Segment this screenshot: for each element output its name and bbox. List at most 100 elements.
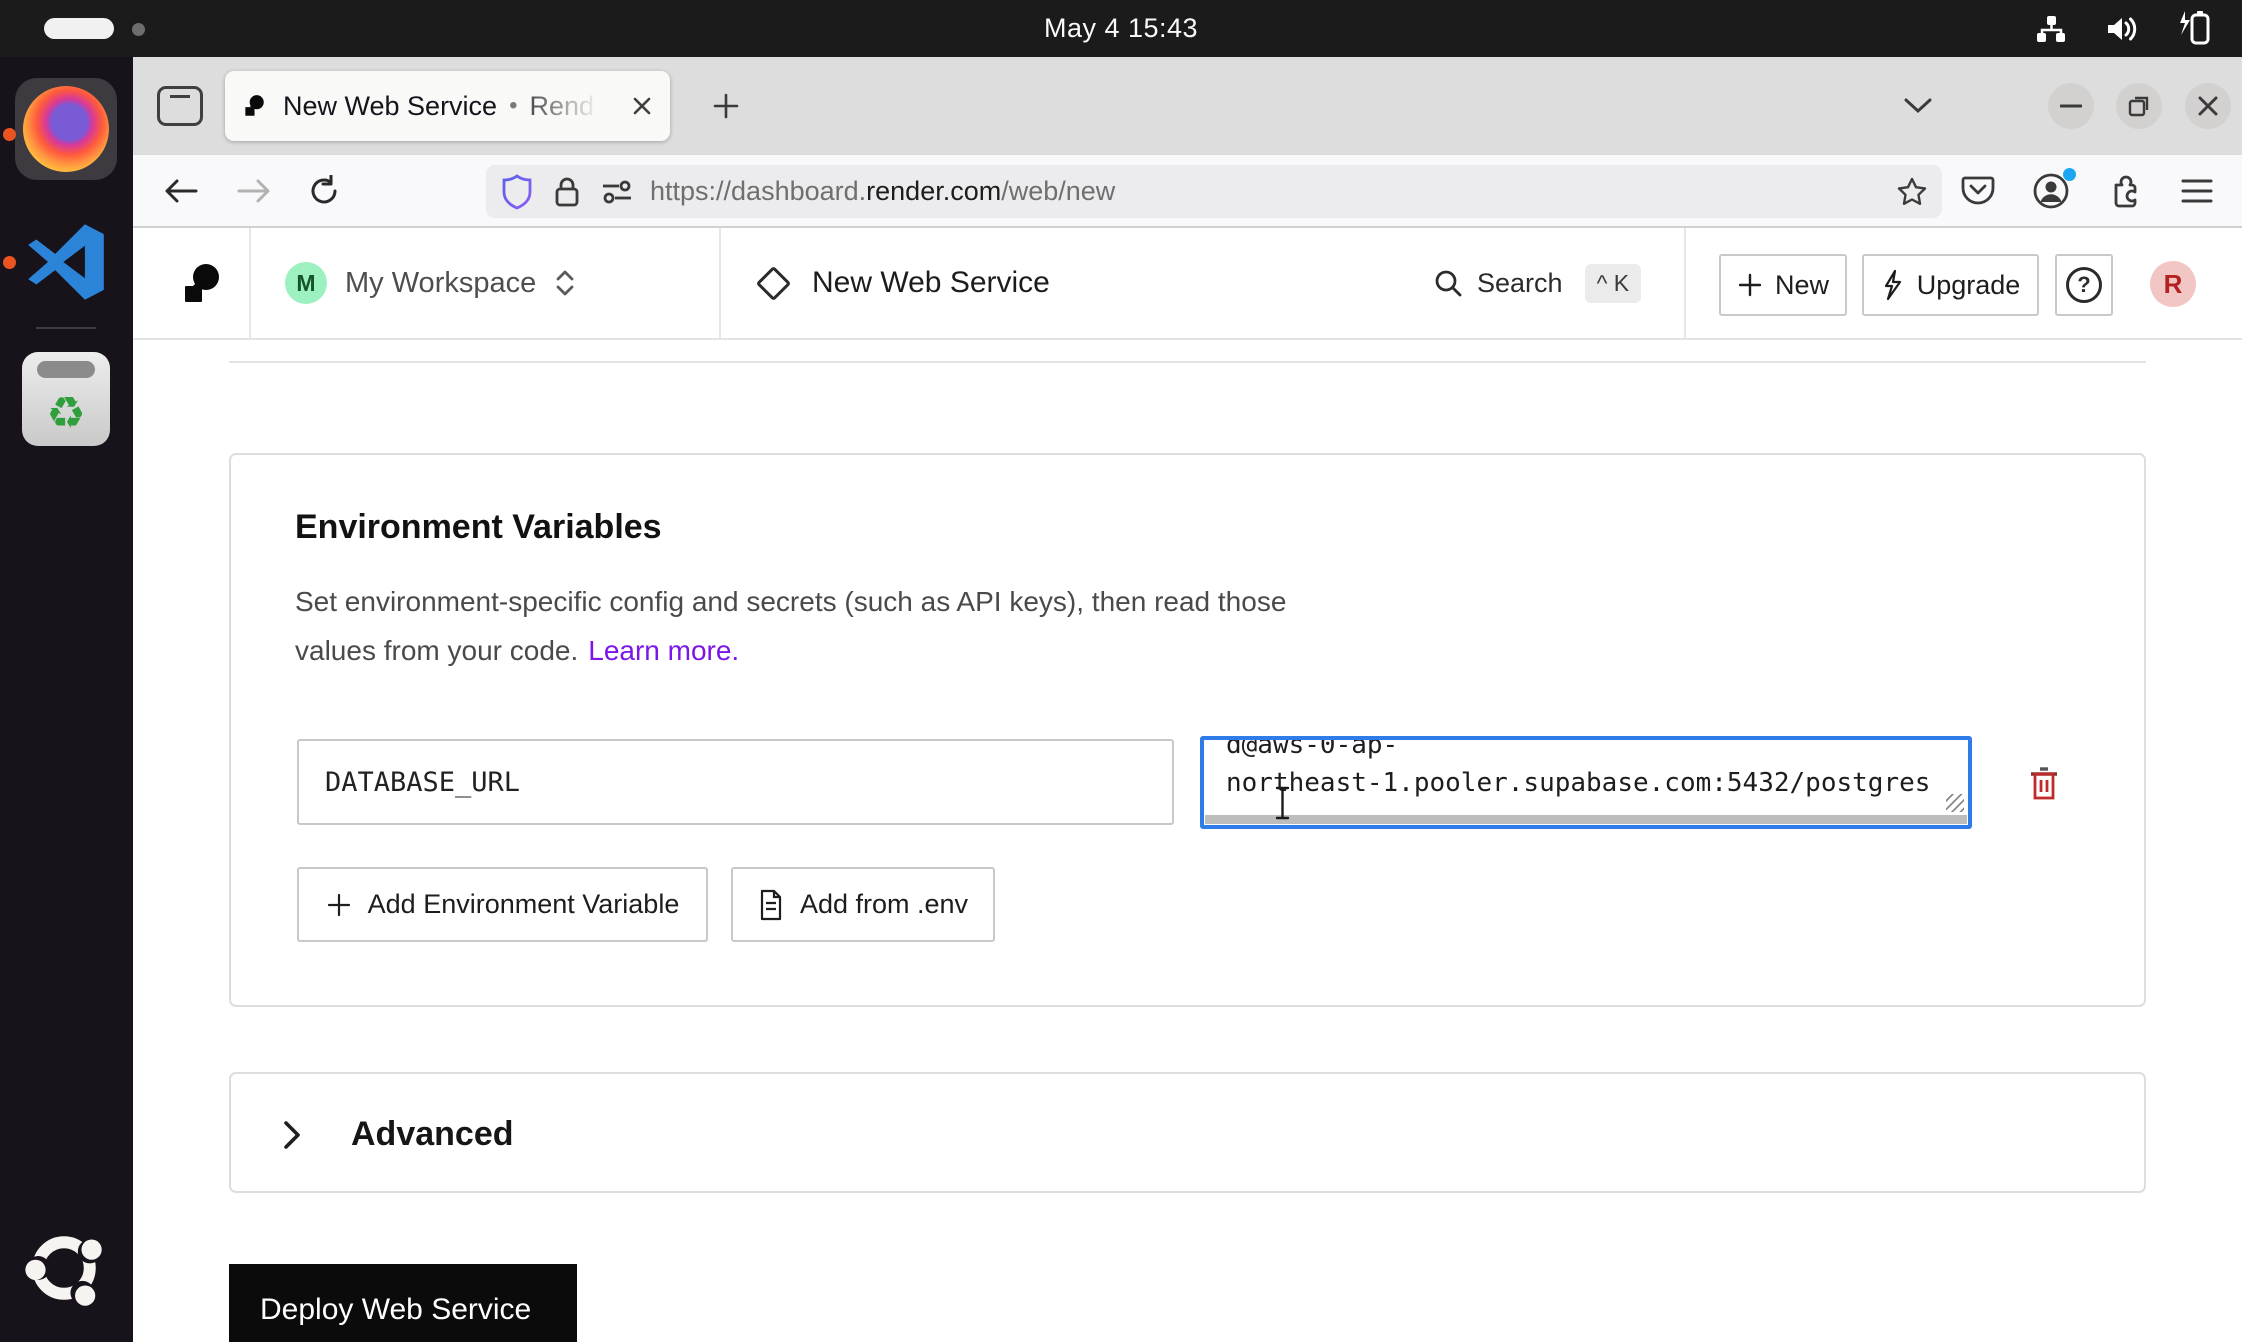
delete-env-var-button[interactable] <box>2027 765 2063 805</box>
battery-charging-icon <box>2176 9 2212 49</box>
tab-title-clipped: Rend <box>529 91 603 122</box>
dock: ♻ <box>0 57 133 1342</box>
render-dashboard-page: M My Workspace New Web Service Search ^ … <box>133 228 2242 1342</box>
navigation-toolbar: https://dashboard.render.com/web/new <box>133 155 2242 228</box>
window-minimize-button[interactable] <box>2048 83 2094 129</box>
plus-icon <box>326 892 352 918</box>
workspace-switcher[interactable]: M My Workspace <box>285 228 576 338</box>
permissions-icon <box>600 177 634 207</box>
env-value-textarea[interactable]: d@aws-0-ap- northeast-1.pooler.supabase.… <box>1200 736 1972 829</box>
back-button[interactable] <box>153 155 209 226</box>
reload-button[interactable] <box>296 155 352 226</box>
header-divider <box>719 228 721 338</box>
user-avatar[interactable]: R <box>2150 261 2196 307</box>
extensions-button[interactable] <box>2096 155 2152 226</box>
textarea-horizontal-scrollbar[interactable] <box>1205 815 1967 824</box>
reload-icon <box>308 175 340 207</box>
star-icon <box>1896 176 1928 208</box>
tab-title-separator: • <box>509 92 517 120</box>
help-button[interactable]: ? <box>2055 254 2113 316</box>
plus-icon <box>1737 272 1763 298</box>
dock-separator <box>36 327 96 329</box>
list-all-tabs-button[interactable] <box>1893 83 1943 129</box>
plus-icon <box>711 91 741 121</box>
chevron-down-icon <box>1902 96 1934 116</box>
env-value-text: d@aws-0-ap- northeast-1.pooler.supabase.… <box>1226 736 1960 802</box>
add-from-env-button[interactable]: Add from .env <box>731 867 995 942</box>
vscode-icon <box>21 217 111 307</box>
search-label: Search <box>1477 268 1563 299</box>
service-diamond-icon <box>756 265 791 300</box>
dock-firefox-button[interactable] <box>15 78 117 180</box>
trash-icon <box>2027 765 2061 805</box>
close-icon <box>630 94 654 118</box>
search-icon <box>1433 268 1463 298</box>
section-heading: Environment Variables <box>295 508 662 547</box>
lightning-icon <box>1881 269 1905 301</box>
dock-show-apps-button[interactable] <box>18 1222 110 1314</box>
env-key-value: DATABASE_URL <box>325 767 520 798</box>
account-icon <box>2032 172 2070 210</box>
chevron-right-icon <box>281 1118 303 1152</box>
render-logo[interactable] <box>177 260 225 308</box>
deploy-button-label: Deploy Web Service <box>260 1293 531 1327</box>
add-env-var-button[interactable]: Add Environment Variable <box>297 867 708 942</box>
tab-close-button[interactable] <box>630 94 654 118</box>
env-key-input[interactable]: DATABASE_URL <box>297 739 1174 825</box>
textarea-resize-handle[interactable] <box>1946 794 1964 812</box>
hamburger-menu-icon <box>2181 178 2213 204</box>
tab-title: New Web Service <box>283 91 497 122</box>
screen: May 4 15:43 ♻ <box>0 0 2242 1342</box>
close-icon <box>2197 95 2219 117</box>
system-clock[interactable]: May 4 15:43 <box>0 0 2242 57</box>
new-button[interactable]: New <box>1719 254 1847 316</box>
recycle-icon: ♻ <box>22 382 110 446</box>
dock-trash-button[interactable]: ♻ <box>22 352 110 446</box>
window-close-button[interactable] <box>2185 83 2231 129</box>
document-icon <box>758 889 784 921</box>
system-top-bar: May 4 15:43 <box>0 0 2242 57</box>
window-restore-button[interactable] <box>2116 83 2162 129</box>
bookmark-star-button[interactable] <box>1896 176 1928 208</box>
pocket-icon <box>1961 175 1995 207</box>
trash-lid <box>37 361 95 378</box>
volume-icon <box>2104 12 2140 46</box>
select-chevrons-icon <box>554 268 576 298</box>
app-menu-button[interactable] <box>2169 155 2225 226</box>
account-button[interactable] <box>2023 155 2079 226</box>
system-tray[interactable] <box>2034 0 2212 57</box>
restore-icon <box>2128 95 2150 117</box>
header-divider <box>249 228 251 338</box>
url-domain: render.com <box>866 176 1001 206</box>
puzzle-icon <box>2106 173 2142 209</box>
deploy-web-service-button[interactable]: Deploy Web Service <box>229 1264 577 1342</box>
advanced-label: Advanced <box>351 1115 514 1154</box>
search-button[interactable]: Search ^ K <box>1433 228 1641 338</box>
account-notification-dot <box>2063 168 2076 181</box>
ubuntu-logo-icon <box>18 1222 110 1314</box>
env-value-line-2: northeast-1.pooler.supabase.com:5432/pos… <box>1226 764 1960 802</box>
dock-vscode-button[interactable] <box>21 217 111 307</box>
forward-button[interactable] <box>226 155 282 226</box>
previous-card-edge <box>229 361 2146 363</box>
help-icon: ? <box>2066 267 2102 303</box>
url-bar[interactable]: https://dashboard.render.com/web/new <box>486 165 1942 218</box>
header-divider <box>1684 228 1686 338</box>
firefox-icon <box>23 86 109 172</box>
forward-icon <box>237 178 271 204</box>
workspace-name: My Workspace <box>345 267 536 300</box>
network-icon <box>2034 12 2068 46</box>
upgrade-button[interactable]: Upgrade <box>1862 254 2039 316</box>
upgrade-button-label: Upgrade <box>1917 270 2021 301</box>
advanced-card[interactable]: Advanced <box>229 1072 2146 1193</box>
firefox-view-button[interactable] <box>157 86 203 126</box>
environment-variables-card: Environment Variables Set environment-sp… <box>229 453 2146 1007</box>
firefox-running-dot <box>3 128 16 141</box>
add-from-env-label: Add from .env <box>800 889 968 920</box>
learn-more-link[interactable]: Learn more. <box>588 635 739 666</box>
active-tab[interactable]: New Web Service • Rend <box>225 71 670 141</box>
pocket-button[interactable] <box>1950 155 2006 226</box>
advanced-toggle[interactable]: Advanced <box>281 1074 514 1195</box>
new-tab-button[interactable] <box>699 79 753 133</box>
add-env-var-label: Add Environment Variable <box>368 889 680 920</box>
